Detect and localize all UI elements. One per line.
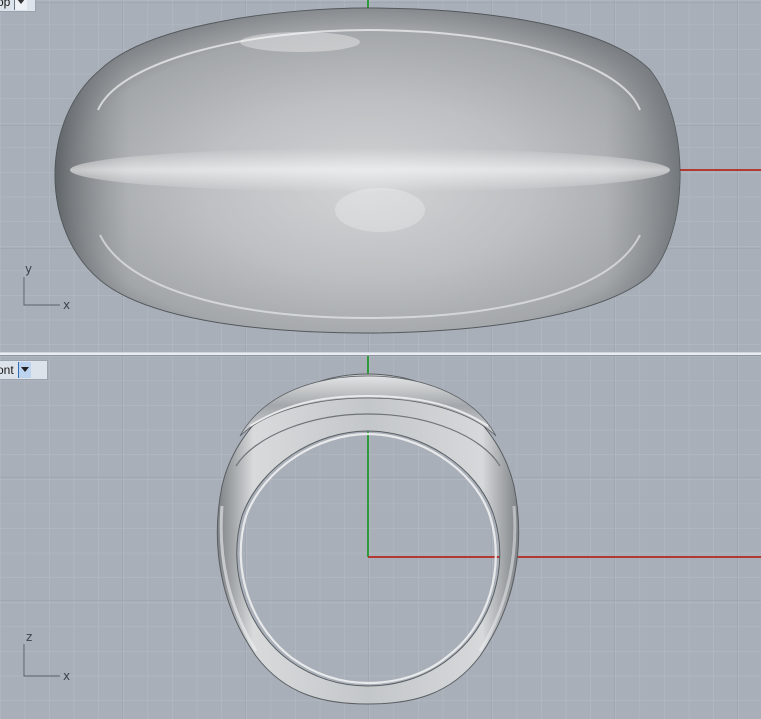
- viewport-label-top: op: [0, 0, 11, 9]
- viewport-tab-front[interactable]: ont: [0, 360, 48, 380]
- axis-label-y: y: [25, 262, 32, 276]
- axis-label-x: x: [63, 298, 70, 312]
- viewport-label-front: ont: [0, 363, 14, 377]
- dropdown-arrow-icon[interactable]: [17, 362, 31, 378]
- viewport-top[interactable]: y x op: [0, 0, 761, 352]
- front-viewport-canvas[interactable]: z x: [0, 356, 761, 719]
- ring-top-view[interactable]: [54, 7, 681, 334]
- dropdown-arrow-icon[interactable]: [14, 0, 28, 10]
- axis-label-z: z: [26, 630, 32, 644]
- axis-label-x-front: x: [63, 669, 70, 683]
- top-viewport-canvas[interactable]: y x: [0, 0, 761, 352]
- viewport-tab-top[interactable]: op: [0, 0, 36, 12]
- viewport-front[interactable]: z x ont: [0, 356, 761, 719]
